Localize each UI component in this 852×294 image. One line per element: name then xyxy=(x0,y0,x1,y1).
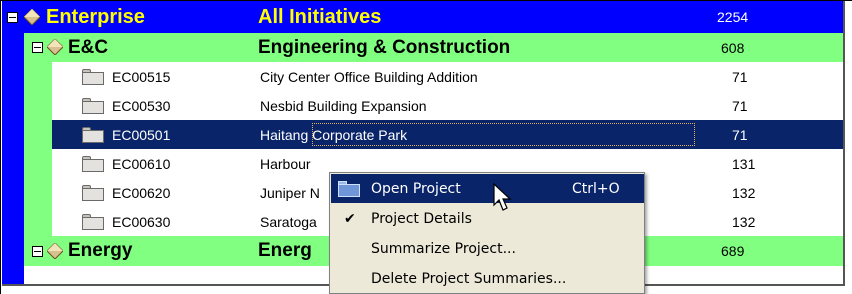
project-name: Nesbid Building Expansion xyxy=(260,97,427,114)
menu-item-label: Delete Project Summaries... xyxy=(371,270,567,287)
project-value: 71 xyxy=(732,126,748,143)
project-code: EC00630 xyxy=(112,213,171,230)
check-icon: ✔ xyxy=(344,210,356,227)
project-name: City Center Office Building Addition xyxy=(260,68,478,85)
group-value: 689 xyxy=(721,243,745,259)
collapse-icon[interactable] xyxy=(32,42,43,53)
menu-item-project-details[interactable]: ✔ Project Details xyxy=(331,204,644,233)
project-value: 71 xyxy=(732,97,748,114)
menu-item-label: Project Details xyxy=(371,210,472,227)
project-code: EC00515 xyxy=(112,68,171,85)
project-value: 71 xyxy=(732,68,748,85)
tree-row-project-selected[interactable]: EC00501 Haitang Corporate Park 71 xyxy=(52,120,843,149)
project-code: EC00610 xyxy=(112,155,171,172)
menu-item-summarize-project[interactable]: Summarize Project... xyxy=(331,234,644,263)
folder-icon xyxy=(82,156,104,172)
collapse-icon[interactable] xyxy=(7,12,18,23)
group-code: Energy xyxy=(68,240,133,261)
project-name: Haitang Corporate Park xyxy=(260,126,408,143)
folder-icon xyxy=(82,214,104,230)
folder-icon xyxy=(82,69,104,85)
enterprise-code: Enterprise xyxy=(46,5,145,28)
mouse-pointer-icon xyxy=(493,183,512,211)
menu-item-label: Summarize Project... xyxy=(371,240,516,257)
enterprise-indent-band xyxy=(2,33,24,284)
eps-diamond-icon xyxy=(47,243,63,259)
menu-item-open-project[interactable]: Open Project Ctrl+O xyxy=(331,174,644,203)
project-code: EC00501 xyxy=(112,126,171,143)
open-folder-icon xyxy=(338,181,360,197)
eps-diamond-icon xyxy=(24,9,40,25)
tree-row-project[interactable]: EC00530 Nesbid Building Expansion 71 xyxy=(52,91,843,120)
project-value: 131 xyxy=(732,155,756,172)
tree-row-project[interactable]: EC00515 City Center Office Building Addi… xyxy=(52,62,843,91)
tree-row-group[interactable]: E&C Engineering & Construction 608 xyxy=(24,33,843,62)
menu-item-shortcut: Ctrl+O xyxy=(572,180,620,197)
project-value: 132 xyxy=(732,184,756,201)
tree-row-enterprise[interactable]: Enterprise All Initiatives 2254 xyxy=(2,1,843,33)
folder-icon xyxy=(82,127,104,143)
menu-item-label: Open Project xyxy=(371,180,461,197)
folder-icon xyxy=(82,98,104,114)
enterprise-name: All Initiatives xyxy=(258,5,382,28)
group-code: E&C xyxy=(68,36,109,58)
project-value: 132 xyxy=(732,213,756,230)
group-name: Engineering & Construction xyxy=(258,36,511,58)
project-code: EC00620 xyxy=(112,184,171,201)
folder-icon xyxy=(82,185,104,201)
menu-item-delete-project-summaries[interactable]: Delete Project Summaries... xyxy=(331,264,644,293)
project-code: EC00530 xyxy=(112,97,171,114)
eps-diamond-icon xyxy=(47,39,63,55)
group-value: 608 xyxy=(721,39,745,56)
enterprise-value: 2254 xyxy=(717,9,749,25)
context-menu[interactable]: Open Project Ctrl+O ✔ Project Details Su… xyxy=(329,172,645,294)
collapse-icon[interactable] xyxy=(32,246,43,257)
